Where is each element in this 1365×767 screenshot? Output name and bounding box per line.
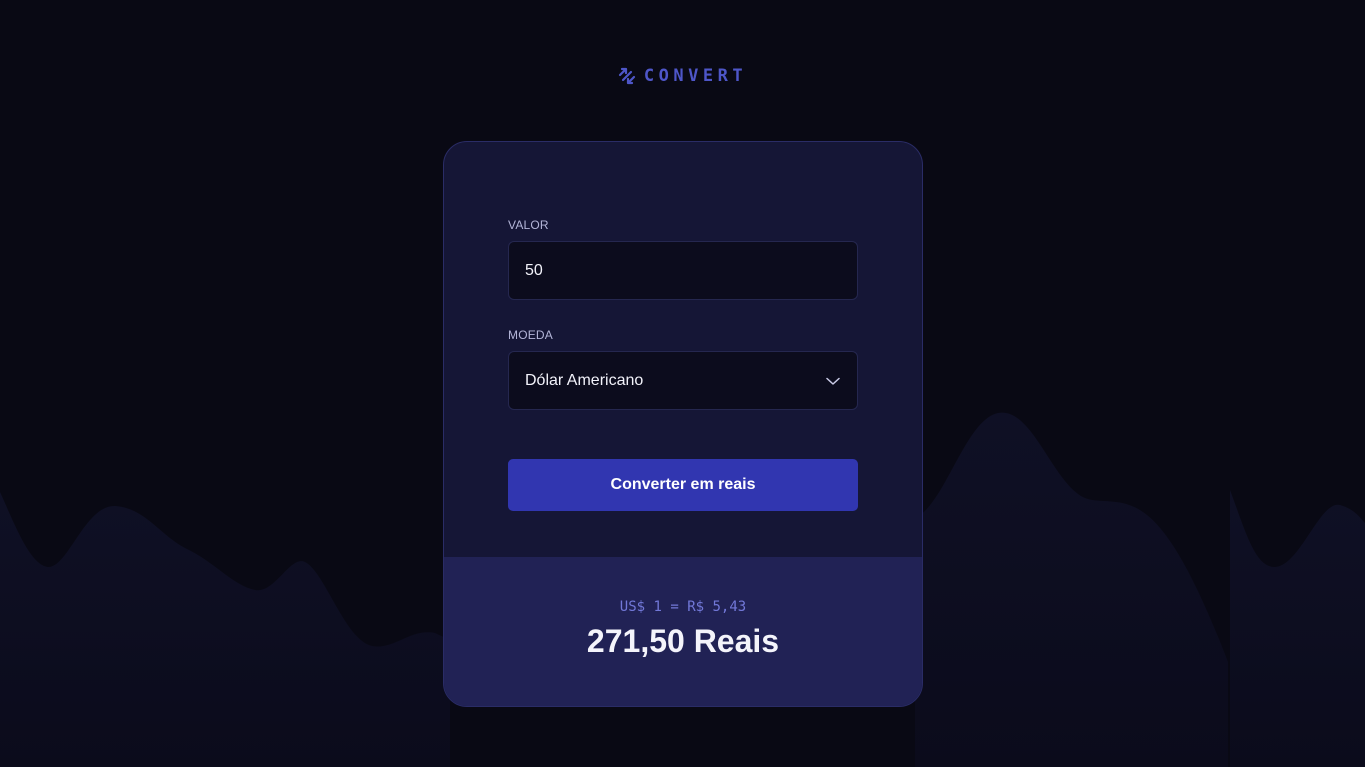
currency-select[interactable]: Dólar Americano	[508, 351, 858, 410]
converter-form: VALOR 50 MOEDA Dólar Americano Converter…	[508, 218, 858, 511]
result-panel: US$ 1 = R$ 5,43 271,50 Reais	[444, 557, 922, 706]
wave-right	[915, 412, 1228, 767]
exchange-rate: US$ 1 = R$ 5,43	[619, 599, 747, 615]
convert-button[interactable]: Converter em reais	[508, 459, 858, 511]
value-input[interactable]: 50	[508, 241, 858, 300]
convert-arrows-icon	[618, 67, 636, 85]
converter-card: VALOR 50 MOEDA Dólar Americano Converter…	[443, 141, 923, 707]
wave-left	[0, 492, 450, 767]
currency-selected-value: Dólar Americano	[525, 371, 644, 389]
brand-logo: CONVERT	[0, 67, 1365, 85]
wave-far-right	[1230, 490, 1365, 767]
brand-name: CONVERT	[643, 66, 748, 86]
currency-field: MOEDA Dólar Americano	[508, 328, 858, 410]
chevron-down-icon	[826, 377, 840, 385]
converted-total: 271,50 Reais	[586, 623, 780, 659]
currency-label: MOEDA	[508, 328, 554, 342]
value-label: VALOR	[508, 218, 549, 232]
